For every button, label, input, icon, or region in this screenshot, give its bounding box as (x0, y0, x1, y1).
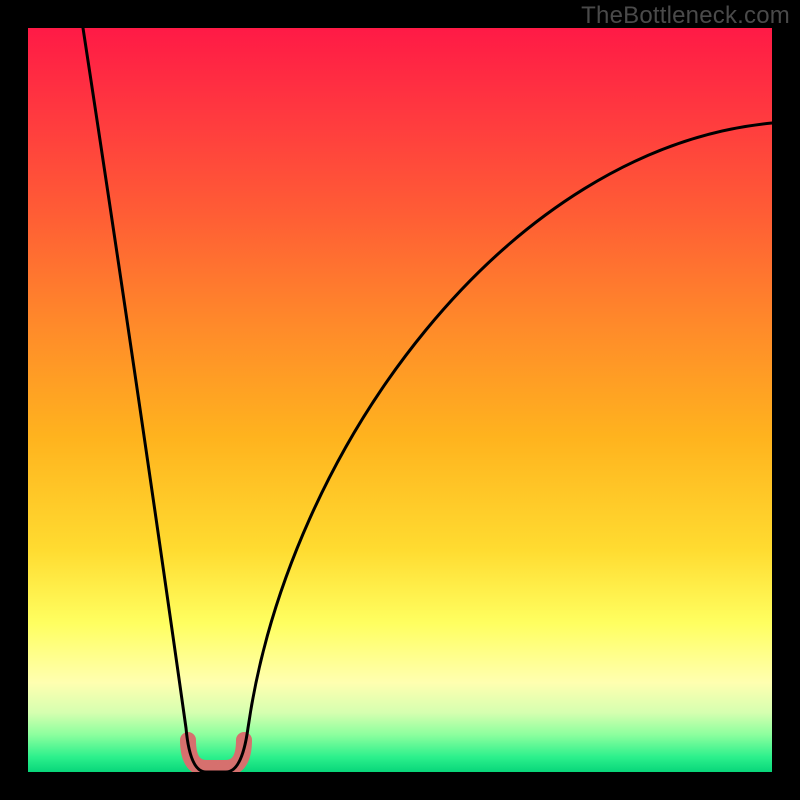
watermark-text: TheBottleneck.com (581, 2, 790, 30)
bottleneck-curve (83, 28, 772, 772)
chart-frame: TheBottleneck.com (0, 0, 800, 800)
curve-layer (28, 28, 772, 772)
plot-area (28, 28, 772, 772)
highlight-marker (188, 740, 244, 768)
